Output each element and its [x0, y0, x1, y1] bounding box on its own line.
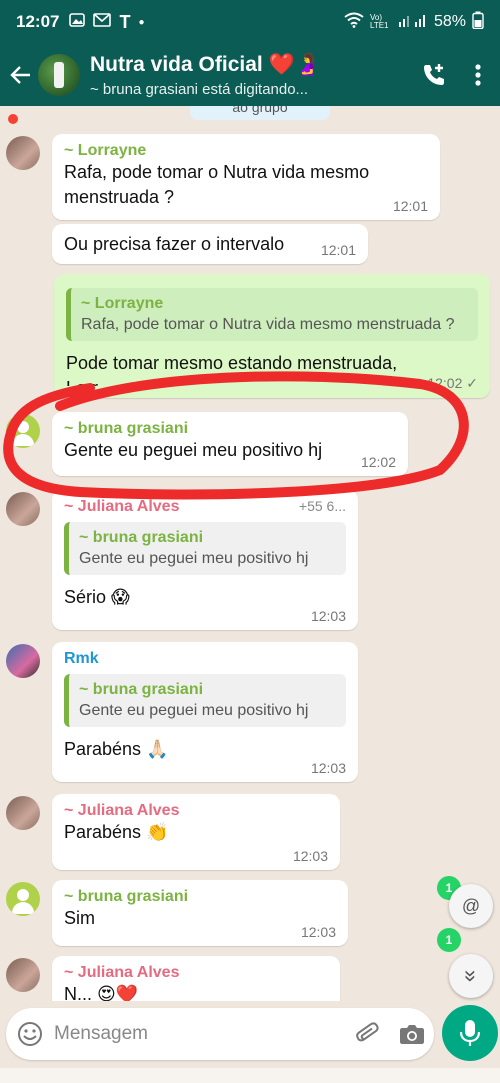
message-text: Ou precisa fazer o intervalo — [64, 234, 285, 254]
sender-name: ~ Juliana Alves — [64, 964, 180, 981]
quoted-text: Rafa, pode tomar o Nutra vida mesmo mens… — [81, 316, 455, 333]
battery-icon — [472, 11, 484, 34]
mention-button[interactable]: @ — [449, 884, 493, 928]
avatar[interactable] — [6, 958, 40, 992]
back-button[interactable] — [4, 55, 38, 95]
message-text: Pode tomar mesmo estando menstruada, — [66, 353, 398, 373]
message-input[interactable] — [54, 1023, 346, 1045]
message-time: 12:01 — [320, 242, 356, 258]
outgoing-message-bubble[interactable]: ~ Lorrayne Rafa, pode tomar o Nutra vida… — [54, 274, 490, 398]
avatar[interactable] — [6, 492, 40, 526]
avatar[interactable] — [6, 414, 40, 448]
message-bubble[interactable]: ~ Lorrayne Rafa, pode tomar o Nutra vida… — [52, 134, 440, 220]
sender-phone: +55 6... — [298, 498, 346, 514]
status-t-letter: T — [119, 11, 131, 32]
message-bubble[interactable]: ~ Juliana Alves +55 6... ~ bruna grasian… — [52, 490, 358, 630]
message-bubble[interactable]: ~ Juliana Alves N... 😍❤️ — [52, 956, 340, 1001]
status-time: 12:07 — [16, 12, 60, 31]
quoted-message[interactable]: ~ bruna grasiani Gente eu peguei meu pos… — [64, 674, 346, 727]
double-chevron-down-icon: » — [459, 969, 484, 983]
scroll-down-button[interactable]: » — [449, 954, 493, 998]
more-vertical-icon — [475, 64, 481, 86]
group-name: Nutra vida Oficial ❤️🤰 — [90, 52, 321, 76]
camera-icon — [400, 1025, 424, 1044]
message-bubble[interactable]: Rmk ~ bruna grasiani Gente eu peguei meu… — [52, 642, 358, 782]
message-text-cut: Lorr... — [66, 376, 478, 386]
paperclip-icon — [356, 1022, 379, 1042]
typing-status: ~ bruna grasiani está digitando... — [90, 80, 309, 98]
status-bar: 12:07 T ● Vo) LTE1 58% — [0, 0, 500, 44]
message-text: Sério 😱 — [64, 587, 130, 607]
message-time: 12:02 ✓ — [427, 375, 478, 391]
avatar[interactable] — [6, 796, 40, 830]
avatar[interactable] — [6, 644, 40, 678]
quoted-text: Gente eu peguei meu positivo hj — [79, 702, 309, 719]
quoted-sender: ~ bruna grasiani — [79, 681, 204, 698]
lte-label: Vo) LTE1 — [369, 13, 389, 30]
sender-name: ~ bruna grasiani — [64, 420, 189, 437]
attach-button[interactable] — [346, 1010, 390, 1058]
system-message: ao grupo — [190, 106, 330, 120]
sender-name: ~ Juliana Alves — [64, 498, 180, 515]
emoji-button[interactable] — [6, 1010, 54, 1058]
camera-button[interactable] — [390, 1010, 434, 1058]
message-time: 12:03 — [300, 924, 336, 940]
message-time: 12:02 — [360, 454, 396, 470]
message-time: 12:03 — [292, 848, 328, 864]
group-info[interactable]: Nutra vida Oficial ❤️🤰 ~ bruna grasiani … — [90, 53, 412, 98]
quoted-message[interactable]: ~ bruna grasiani Gente eu peguei meu pos… — [64, 522, 346, 575]
quoted-message[interactable]: ~ Lorrayne Rafa, pode tomar o Nutra vida… — [66, 288, 478, 341]
message-time: 12:03 — [310, 760, 346, 776]
sender-row: ~ Juliana Alves +55 6... — [64, 498, 346, 516]
message-text: N... 😍❤️ — [64, 984, 139, 1001]
signal-icon — [398, 12, 428, 33]
message-text: Sim — [64, 908, 95, 928]
gmail-icon — [93, 13, 112, 31]
system-navigation-bar — [0, 1068, 500, 1083]
group-avatar[interactable] — [38, 54, 80, 96]
message-text: Gente eu peguei meu positivo hj — [64, 440, 323, 460]
add-call-icon — [424, 64, 444, 85]
message-bubble[interactable]: ~ Juliana Alves Parabéns 👏 12:03 — [52, 794, 340, 870]
status-notification-icons: T ● — [69, 11, 145, 33]
chat-header: Nutra vida Oficial ❤️🤰 ~ bruna grasiani … — [0, 44, 500, 106]
status-right: Vo) LTE1 58% — [344, 11, 484, 34]
message-bubble[interactable]: ~ bruna grasiani Sim 12:03 — [52, 880, 348, 946]
message-composer — [6, 1008, 434, 1060]
message-text: Parabéns 🙏🏻 — [64, 739, 169, 759]
quoted-sender: ~ bruna grasiani — [79, 529, 204, 546]
more-options-button[interactable] — [456, 53, 500, 97]
message-text: Parabéns 👏 — [64, 822, 169, 842]
message-text: Rafa, pode tomar o Nutra vida mesmo mens… — [64, 162, 370, 207]
message-time: 12:01 — [392, 198, 428, 214]
voice-message-button[interactable] — [442, 1005, 498, 1061]
sender-name: Rmk — [64, 650, 99, 667]
sender-name: ~ Lorrayne — [64, 142, 147, 159]
emoji-icon — [18, 1022, 42, 1046]
sender-name: ~ Juliana Alves — [64, 802, 180, 819]
unread-red-dot — [8, 114, 18, 124]
quoted-sender: ~ Lorrayne — [81, 295, 164, 312]
message-bubble[interactable]: Ou precisa fazer o intervalo 12:01 — [52, 224, 368, 264]
scroll-count-badge: 1 — [437, 928, 461, 952]
dot-icon: ● — [138, 16, 145, 28]
add-call-button[interactable] — [412, 53, 456, 97]
avatar[interactable] — [6, 882, 40, 916]
top-bar: 12:07 T ● Vo) LTE1 58% Nutra vida Oficia… — [0, 0, 500, 106]
quoted-text: Gente eu peguei meu positivo hj — [79, 550, 309, 567]
message-bubble[interactable]: ~ bruna grasiani Gente eu peguei meu pos… — [52, 412, 408, 476]
avatar[interactable] — [6, 136, 40, 170]
gallery-icon — [69, 12, 86, 32]
sender-name: ~ bruna grasiani — [64, 888, 189, 905]
back-arrow-icon — [10, 66, 30, 84]
microphone-icon — [459, 1020, 481, 1046]
wifi-icon — [344, 12, 364, 33]
battery-level: 58% — [433, 13, 466, 30]
chat-area[interactable]: ao grupo ~ Lorrayne Rafa, pode tomar o N… — [0, 106, 500, 1001]
message-time: 12:03 — [310, 608, 346, 624]
product-bottle-image — [54, 62, 64, 88]
at-icon: @ — [461, 895, 481, 916]
